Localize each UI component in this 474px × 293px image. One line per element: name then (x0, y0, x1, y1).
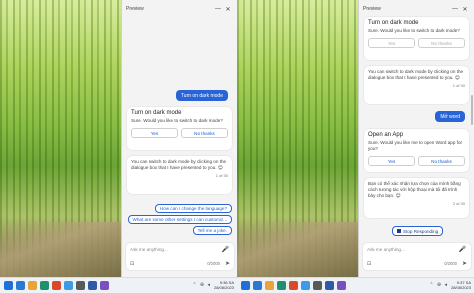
taskbar-app-icon[interactable] (88, 281, 97, 290)
reply-text: You can switch to dark mode by clicking … (131, 159, 227, 170)
taskbar-app-icon[interactable] (52, 281, 61, 290)
taskbar-app-icon[interactable] (253, 281, 262, 290)
scrollbar-thumb[interactable] (471, 95, 473, 125)
taskbar-app-icon[interactable] (289, 281, 298, 290)
taskbar: ⌃ ⊕ ◂ 9:37 SA 28/08/2023 (237, 277, 474, 293)
copilot-panel: Preview — ✕ Turn on dark mode Sure. Woul… (358, 0, 474, 277)
stop-label: Stop Responding (403, 228, 439, 234)
dark-mode-card: Turn on dark mode Sure. Would you like t… (127, 107, 232, 150)
no-thanks-button[interactable]: No thanks (418, 38, 465, 48)
windows-start-icon[interactable] (4, 281, 13, 290)
suggestion-chip[interactable]: What are some other settings I can custo… (127, 215, 232, 224)
card-title: Turn on dark mode (131, 110, 182, 116)
taskbar-app-icon[interactable] (100, 281, 109, 290)
minimize-icon[interactable]: — (213, 6, 223, 12)
taskbar-app-icon[interactable] (325, 281, 334, 290)
microphone-icon[interactable]: 🎤 (222, 246, 229, 253)
file-explorer-icon[interactable] (28, 281, 37, 290)
response-counter: 1 of 30 (452, 83, 465, 88)
assistant-reply: You can switch to dark mode by clicking … (364, 66, 469, 104)
taskbar-app-icon[interactable] (76, 281, 85, 290)
desktop-wallpaper (237, 0, 358, 277)
reply-text: Bạn có thể xác nhận lựa chọn của mình bằ… (368, 181, 461, 198)
assistant-reply: Bạn có thể xác nhận lựa chọn của mình bằ… (364, 178, 469, 218)
chat-composer[interactable]: Ask me anything... 🎤 ⊡ 0/2000 ➤ (363, 243, 471, 270)
reply-text: You can switch to dark mode by clicking … (368, 69, 464, 80)
taskbar: ⌃ ⊕ ◂ 9:36 SA 28/08/2023 (0, 277, 237, 293)
character-count: 0/2000 (444, 261, 457, 266)
open-app-card: Open an App Sure. Would you like me to o… (364, 129, 469, 172)
user-message: Turn on dark mode (175, 90, 228, 101)
stop-icon (397, 229, 401, 233)
system-tray-icons[interactable]: ⌃ ⊕ ◂ (429, 282, 448, 288)
taskbar-app-icon[interactable] (64, 281, 73, 290)
composer-input[interactable]: Ask me anything... (130, 247, 168, 252)
taskbar-app-icon[interactable] (277, 281, 286, 290)
stop-responding-button[interactable]: Stop Responding (392, 226, 444, 236)
taskbar-app-icon[interactable] (301, 281, 310, 290)
copilot-panel: Preview — ✕ Turn on dark mode Turn on da… (121, 0, 237, 277)
clock-date: 28/08/2023 (450, 285, 471, 290)
taskbar-app-icon[interactable] (313, 281, 322, 290)
yes-button[interactable]: Yes (131, 128, 178, 138)
assistant-reply: You can switch to dark mode by clicking … (127, 156, 232, 194)
no-thanks-button[interactable]: No thanks (418, 156, 465, 166)
panel-title: Preview (363, 6, 381, 12)
file-explorer-icon[interactable] (265, 281, 274, 290)
yes-button[interactable]: Yes (368, 156, 415, 166)
taskbar-app-icon[interactable] (40, 281, 49, 290)
taskbar-clock[interactable]: 9:36 SA 28/08/2023 (214, 280, 234, 290)
card-title: Turn on dark mode (368, 20, 419, 26)
composer-input[interactable]: Ask me anything... (367, 247, 405, 252)
taskbar-clock[interactable]: 9:37 SA 28/08/2023 (451, 280, 471, 290)
response-counter: 1 of 30 (215, 173, 228, 178)
system-tray-icons[interactable]: ⌃ ⊕ ◂ (192, 282, 211, 288)
suggestion-chip[interactable]: Tell me a joke. (192, 226, 232, 235)
user-message: Mở word (435, 111, 465, 122)
card-title: Open an App (368, 132, 404, 138)
card-text: Sure. Would you like me to open Word app… (368, 140, 463, 151)
suggestion-chip[interactable]: How can I change the language? (154, 204, 232, 213)
card-text: Sure. Would you like to switch to dark m… (368, 28, 460, 33)
send-icon[interactable]: ➤ (462, 260, 467, 267)
response-counter: 2 of 30 (452, 201, 465, 206)
send-icon[interactable]: ➤ (225, 260, 230, 267)
microphone-icon[interactable]: 🎤 (459, 246, 466, 253)
character-count: 0/2000 (207, 261, 220, 266)
image-scan-icon[interactable]: ⊡ (367, 261, 371, 267)
minimize-icon[interactable]: — (450, 6, 460, 12)
dark-mode-card: Turn on dark mode Sure. Would you like t… (364, 17, 469, 60)
image-scan-icon[interactable]: ⊡ (130, 261, 134, 267)
left-screen: Preview — ✕ Turn on dark mode Turn on da… (0, 0, 237, 293)
right-screen: Preview — ✕ Turn on dark mode Sure. Woul… (237, 0, 474, 293)
chat-composer[interactable]: Ask me anything... 🎤 ⊡ 0/2000 ➤ (126, 243, 234, 270)
close-icon[interactable]: ✕ (460, 6, 470, 13)
clock-date: 28/08/2023 (213, 285, 234, 290)
panel-title: Preview (126, 6, 144, 12)
taskbar-app-icon[interactable] (16, 281, 25, 290)
panel-titlebar: Preview — ✕ (359, 0, 474, 18)
taskbar-app-icon[interactable] (337, 281, 346, 290)
yes-button[interactable]: Yes (368, 38, 415, 48)
panel-titlebar: Preview — ✕ (122, 0, 237, 18)
close-icon[interactable]: ✕ (223, 6, 233, 13)
card-text: Sure. Would you like to switch to dark m… (131, 118, 223, 123)
desktop-wallpaper (0, 0, 121, 277)
no-thanks-button[interactable]: No thanks (181, 128, 228, 138)
windows-start-icon[interactable] (241, 281, 250, 290)
